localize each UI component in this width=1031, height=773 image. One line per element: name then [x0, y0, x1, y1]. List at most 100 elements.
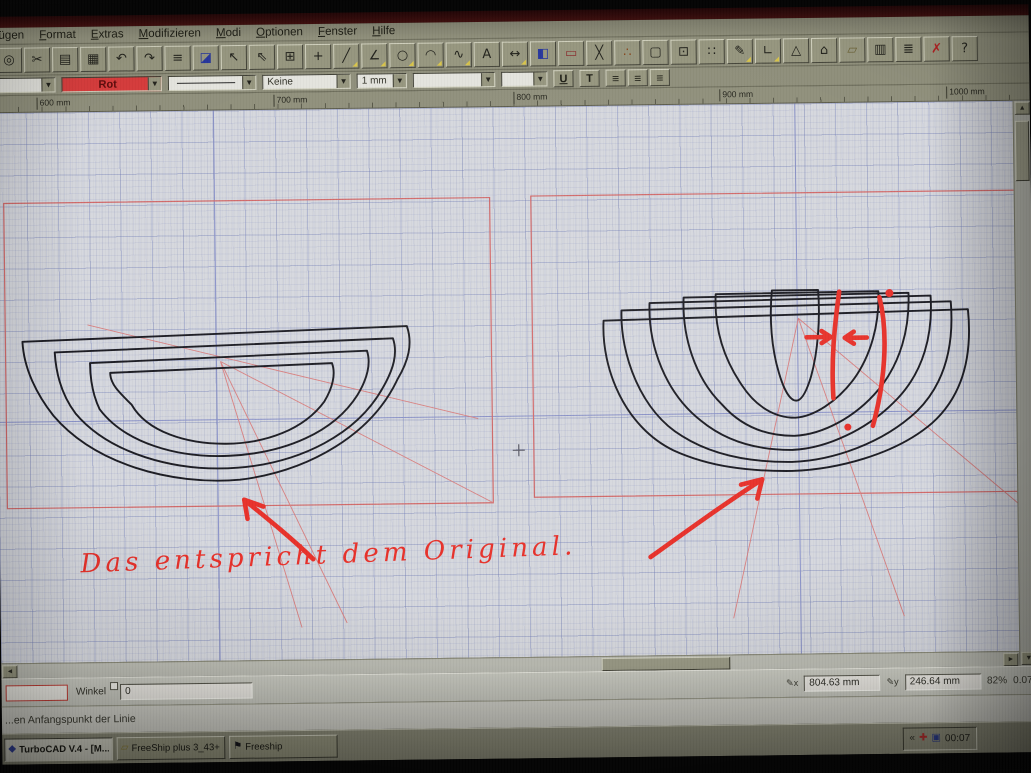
chevron-down-icon[interactable]: ▼ — [41, 78, 54, 91]
tray-network-icon[interactable]: ▣ — [931, 733, 941, 743]
dimension-button[interactable]: ↔ — [502, 41, 528, 66]
ungroup-button[interactable]: ⊡ — [670, 39, 696, 64]
taskbar-button-freeship[interactable]: ⚑Freeship — [229, 734, 338, 758]
polyline-icon: ∠ — [368, 49, 380, 62]
measure-icon: ✎ — [734, 44, 745, 57]
text-icon: A — [482, 47, 491, 60]
tray-display-icon[interactable]: ✚ — [919, 733, 928, 743]
redo-button[interactable]: ↷ — [136, 45, 162, 70]
menu-fenster[interactable]: Fenster — [318, 25, 357, 38]
taskbar-button-freeship-plus-3-43[interactable]: ▱FreeShip plus 3_43+ — [117, 735, 226, 759]
chevron-down-icon[interactable]: ▼ — [336, 75, 349, 88]
rectangle-button[interactable]: ▭ — [558, 40, 584, 65]
scroll-down-icon[interactable]: ▼ — [1021, 652, 1031, 665]
vertical-scroll-thumb[interactable] — [1015, 121, 1030, 181]
menu-modi[interactable]: Modi — [216, 27, 241, 39]
line-width-dropdown[interactable]: 1 mm ▼ — [357, 73, 407, 89]
crosshair-button[interactable]: + — [305, 43, 331, 68]
screen: Einfügen Format Extras Modifizieren Modi Opti… — [0, 0, 1031, 773]
send-to-back-button[interactable]: ≡ — [164, 45, 190, 70]
drawing-canvas[interactable]: Das entspricht dem Original. — [0, 101, 1031, 664]
align-left-button[interactable]: ≡ — [606, 69, 626, 86]
delete-button[interactable]: ✗ — [923, 36, 949, 61]
copy-button[interactable]: ▤ — [52, 46, 78, 71]
menu-modifizieren[interactable]: Modifizieren — [139, 27, 201, 40]
curve-button[interactable]: ∿ — [446, 42, 472, 67]
coordinate-system-icon: ∟ — [762, 44, 773, 57]
x-coordinate-value: 804.63 mm — [809, 677, 859, 689]
undo-button[interactable]: ↶ — [108, 46, 134, 71]
folder-button[interactable]: ▱ — [839, 37, 865, 62]
menu-hilfe[interactable]: Hilfe — [372, 25, 395, 37]
node-edit-button[interactable]: ∷ — [699, 39, 725, 64]
context-help-button[interactable]: ? — [952, 35, 978, 60]
line-style-sample — [177, 82, 235, 84]
coordinate-system-button[interactable]: ∟ — [755, 38, 781, 63]
pen-style-dropdown[interactable]: ▼ — [0, 77, 56, 93]
polyline-button[interactable]: ∠ — [361, 43, 387, 68]
properties-table-button[interactable]: ⊞ — [277, 44, 303, 69]
select-add-button[interactable]: ⇖ — [249, 44, 275, 69]
y-coordinate-field[interactable]: 246.64 mm — [905, 673, 981, 690]
fill-button[interactable]: ◧ — [530, 41, 556, 66]
paste-special-button[interactable]: ◪ — [193, 45, 219, 70]
monitor-photo: Einfügen Format Extras Modifizieren Modi Opti… — [0, 0, 1031, 773]
line-button[interactable]: ╱ — [333, 43, 359, 68]
scroll-left-icon[interactable]: ◄ — [2, 665, 17, 678]
send-to-back-icon: ≡ — [172, 51, 183, 64]
menu-optionen[interactable]: Optionen — [256, 26, 303, 39]
chevron-down-icon[interactable]: ▼ — [393, 74, 406, 87]
layers-button[interactable]: ≣ — [895, 36, 921, 61]
prompt-text: ...en Anfangspunkt der Linie — [5, 713, 136, 727]
menu-einf-gen[interactable]: Einfügen — [0, 30, 24, 43]
aux-value: 0.07 — [1013, 675, 1031, 686]
right-hull-body-plan — [603, 288, 971, 473]
menu-extras[interactable]: Extras — [91, 28, 124, 40]
font-dropdown[interactable]: ▼ — [413, 72, 496, 88]
text-button[interactable]: A — [474, 41, 500, 66]
cut-button[interactable]: ✂ — [24, 47, 50, 72]
shape-button[interactable]: △ — [783, 38, 809, 63]
x-coordinate-field[interactable]: 804.63 mm — [804, 674, 880, 691]
select-button[interactable]: ↖ — [221, 44, 247, 69]
text-tool-button[interactable]: T — [579, 70, 599, 87]
ruler-label-1000-mm: 1000 mm — [946, 86, 985, 99]
measure-button[interactable]: ✎ — [727, 38, 753, 63]
group-button[interactable]: ▢ — [642, 39, 668, 64]
pen-color-dropdown[interactable]: Rot ▼ — [61, 76, 162, 92]
chevron-down-icon[interactable]: ▼ — [148, 77, 161, 90]
circle-icon: ○ — [397, 48, 409, 61]
tray-collapse-icon[interactable]: « — [909, 734, 915, 744]
text-tool-label: T — [586, 72, 593, 84]
chevron-down-icon[interactable]: ▼ — [242, 76, 255, 89]
shape-icon: △ — [791, 44, 801, 57]
arc-button[interactable]: ◠ — [417, 42, 443, 67]
line-style-dropdown[interactable]: ▼ — [168, 75, 257, 91]
taskbar-button-turbocad-v-4-m[interactable]: ◆TurboCAD V.4 - [M... — [4, 737, 113, 761]
scroll-right-icon[interactable]: ► — [1003, 653, 1018, 666]
view-3d-button[interactable]: ⌂ — [811, 37, 837, 62]
fill-icon: ◧ — [537, 47, 550, 60]
insert-point-button[interactable]: ∴ — [614, 40, 640, 65]
zoom-button[interactable]: ◎ — [0, 47, 22, 72]
axis-lines — [0, 101, 1031, 664]
length-field[interactable] — [6, 684, 68, 701]
circle-button[interactable]: ○ — [389, 42, 415, 67]
construction-line-button[interactable]: ╳ — [586, 40, 612, 65]
chevron-down-icon[interactable]: ▼ — [481, 73, 494, 86]
taskbar-clock: 00:07 — [945, 732, 970, 743]
underline-button[interactable]: U — [553, 70, 573, 87]
align-right-button[interactable]: ≡ — [650, 69, 670, 86]
font-size-dropdown[interactable]: ▼ — [501, 71, 547, 87]
crosshair-icon: + — [313, 49, 324, 62]
menu-format[interactable]: Format — [39, 29, 76, 41]
pages-button[interactable]: ▥ — [867, 36, 893, 61]
align-center-button[interactable]: ≡ — [628, 69, 648, 86]
angle-field[interactable]: 0 — [120, 682, 253, 700]
hatch-dropdown[interactable]: Keine ▼ — [262, 74, 351, 90]
angle-lock-checkbox[interactable] — [110, 682, 118, 690]
scroll-up-icon[interactable]: ▲ — [1015, 102, 1030, 115]
chevron-down-icon[interactable]: ▼ — [533, 72, 546, 85]
group-icon: ▢ — [649, 45, 662, 58]
paste-button[interactable]: ▦ — [80, 46, 106, 71]
